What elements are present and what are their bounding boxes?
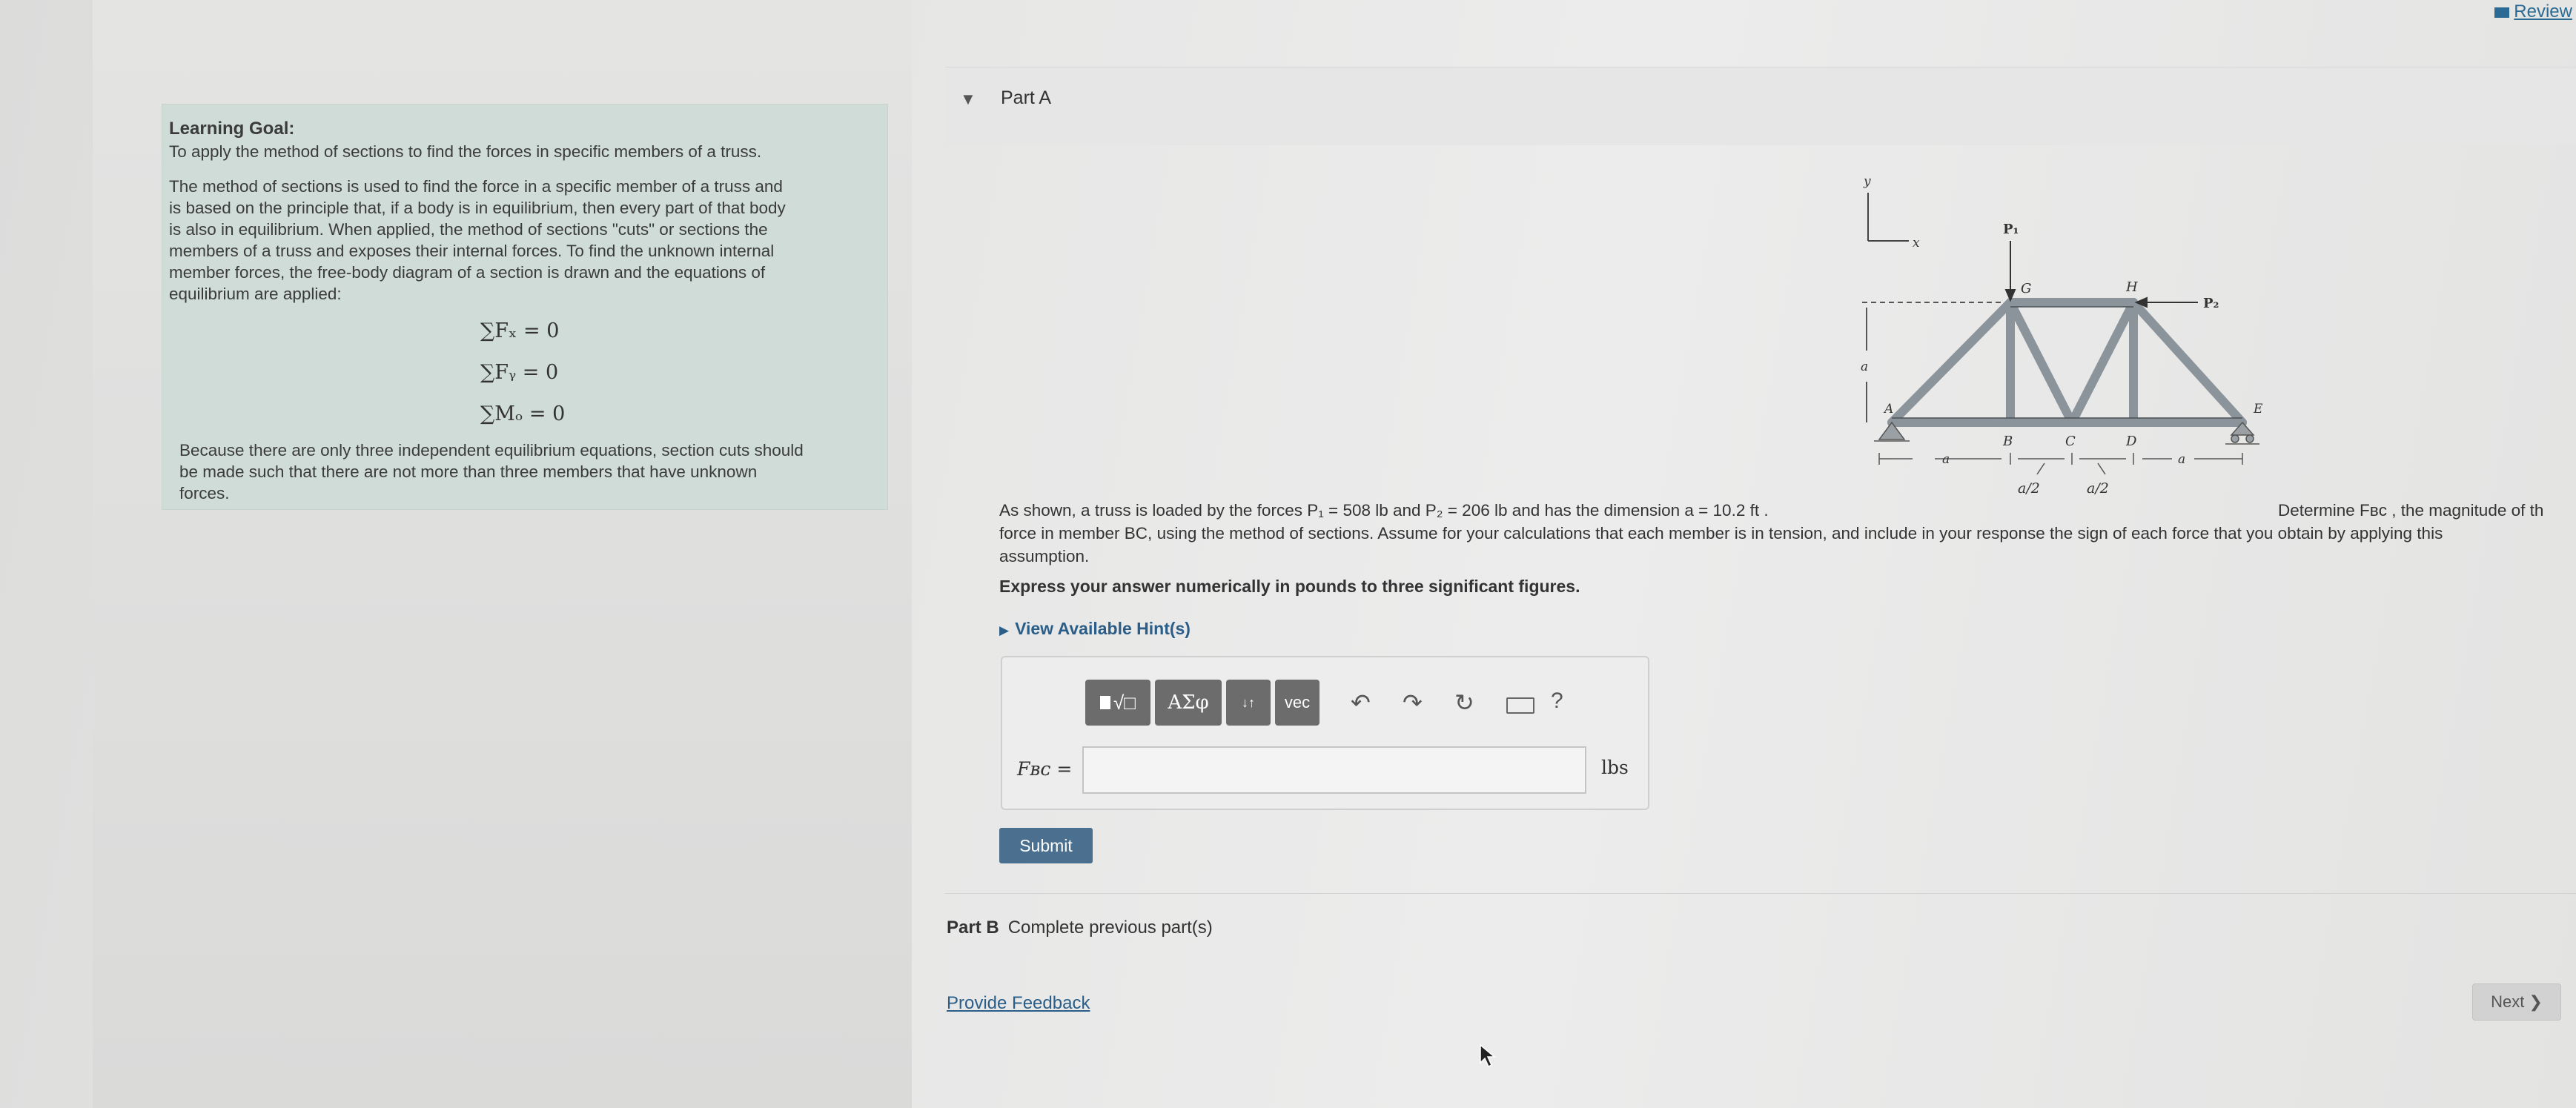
review-icon (2494, 7, 2510, 18)
next-button[interactable]: Next ❯ (2472, 983, 2561, 1021)
unit-label: lbs (1601, 757, 1629, 778)
sort-label: ↓↑ (1242, 694, 1255, 710)
label-bottom-a1: a (1942, 452, 1950, 467)
problem-line-1-right: Determine Fʙᴄ , the magnitude of th (2278, 501, 2544, 520)
review-label: Review (2514, 1, 2572, 21)
load-arrow-p2 (2134, 296, 2198, 308)
part-a-title: Part A (1001, 87, 1052, 108)
keyboard-icon[interactable] (1506, 697, 1534, 714)
redo-icon[interactable]: ↷ (1403, 689, 1423, 717)
learning-goal-outro: Because there are only three independent… (179, 439, 874, 504)
label-half1: a/2 (2018, 480, 2040, 497)
equation-sum-mo: ∑Mₒ = 0 (480, 402, 566, 425)
label-b: B (2002, 434, 2013, 449)
paragraph-line: is also in equilibrium. When applied, th… (169, 220, 768, 239)
part-a-header[interactable]: ▼ Part A (945, 67, 2576, 145)
problem-line-1-left: As shown, a truss is loaded by the force… (999, 501, 1769, 520)
paragraph-line: member forces, the free-body diagram of … (169, 263, 766, 282)
paragraph-line: equilibrium are applied: (169, 285, 342, 303)
answer-input[interactable] (1082, 746, 1586, 794)
label-y: y (1863, 174, 1871, 189)
review-link[interactable]: Review (2494, 1, 2572, 22)
load-arrow-p1 (2004, 241, 2016, 302)
sort-button[interactable]: ↓↑ (1226, 680, 1271, 726)
hints-label: View Available Hint(s) (1015, 619, 1191, 638)
label-g: G (2021, 281, 2031, 296)
vec-button[interactable]: vec (1275, 680, 1320, 726)
label-e: E (2253, 402, 2263, 417)
submit-button[interactable]: Submit (999, 828, 1093, 863)
provide-feedback-link[interactable]: Provide Feedback (947, 993, 1090, 1014)
dimension-bottom (1878, 453, 2243, 475)
caret-right-icon: ▶ (999, 623, 1010, 637)
templates-icon (1100, 696, 1110, 709)
paragraph-line: is based on the principle that, if a bod… (169, 199, 786, 217)
paragraph-line: members of a truss and exposes their int… (169, 242, 775, 260)
view-hints-link[interactable]: ▶ View Available Hint(s) (999, 619, 1191, 639)
label-a-dim: a (1861, 359, 1868, 374)
equation-sum-fy: ∑Fᵧ = 0 (480, 361, 559, 384)
outro-line: be made such that there are not more tha… (179, 462, 758, 481)
label-d: D (2125, 434, 2137, 449)
problem-line-1: As shown, a truss is loaded by the force… (999, 499, 2575, 522)
reset-icon[interactable]: ↻ (1454, 689, 1474, 717)
problem-statement: As shown, a truss is loaded by the force… (999, 499, 2575, 568)
templates-button[interactable]: √□ (1085, 680, 1150, 726)
axes-icon (1867, 193, 1909, 242)
chevron-down-icon[interactable]: ▼ (960, 90, 976, 109)
learning-goal-box: Learning Goal: To apply the method of se… (162, 104, 888, 510)
templates-label: √□ (1113, 691, 1136, 714)
mouse-cursor-icon (1480, 1044, 1497, 1068)
vec-label: vec (1284, 693, 1311, 711)
learning-goal-paragraph: The method of sections is used to find t… (169, 176, 874, 305)
learning-goal-title: Learning Goal: (169, 119, 295, 139)
symbols-button[interactable]: ΑΣφ (1155, 680, 1222, 726)
outro-line: Because there are only three independent… (179, 441, 804, 460)
part-b-header[interactable]: Part B Complete previous part(s) (947, 918, 1213, 938)
help-icon[interactable]: ? (1551, 689, 1563, 714)
label-a-joint: A (1883, 402, 1893, 417)
part-b-label: Part B (947, 918, 999, 938)
symbols-label: ΑΣφ (1168, 691, 1209, 714)
label-p2: P₂ (2203, 296, 2219, 311)
part-b-status: Complete previous part(s) (1007, 918, 1213, 938)
answer-label: Fʙᴄ = (1017, 758, 1073, 780)
label-p1: P₁ (2003, 222, 2019, 237)
problem-line-3: assumption. (999, 547, 1090, 565)
answer-box: √□ ΑΣφ ↓↑ vec ↶ ↷ ↻ ? Fʙᴄ = lbs (1001, 656, 1649, 810)
outro-line: forces. (179, 484, 230, 502)
equilibrium-equations: ∑Fₓ = 0 ∑Fᵧ = 0 ∑Mₒ = 0 (480, 311, 874, 435)
paragraph-line: The method of sections is used to find t… (169, 177, 783, 196)
label-c: C (2065, 434, 2076, 449)
undo-icon[interactable]: ↶ (1351, 689, 1371, 717)
truss-members (1887, 298, 2247, 427)
label-half2: a/2 (2087, 480, 2109, 497)
learning-goal-subtitle: To apply the method of sections to find … (169, 142, 762, 161)
problem-line-2: force in member BC, using the method of … (999, 524, 2443, 543)
label-x: x (1913, 236, 1920, 251)
section-divider (945, 893, 2576, 894)
label-bottom-a2: a (2178, 452, 2185, 467)
truss-figure: y x a P₁ P₂ G H A E B C D a a a/2 a/2 (1861, 174, 2263, 497)
equation-sum-fx: ∑Fₓ = 0 (480, 319, 560, 342)
express-instruction: Express your answer numerically in pound… (999, 577, 1580, 596)
label-h: H (2125, 279, 2138, 295)
